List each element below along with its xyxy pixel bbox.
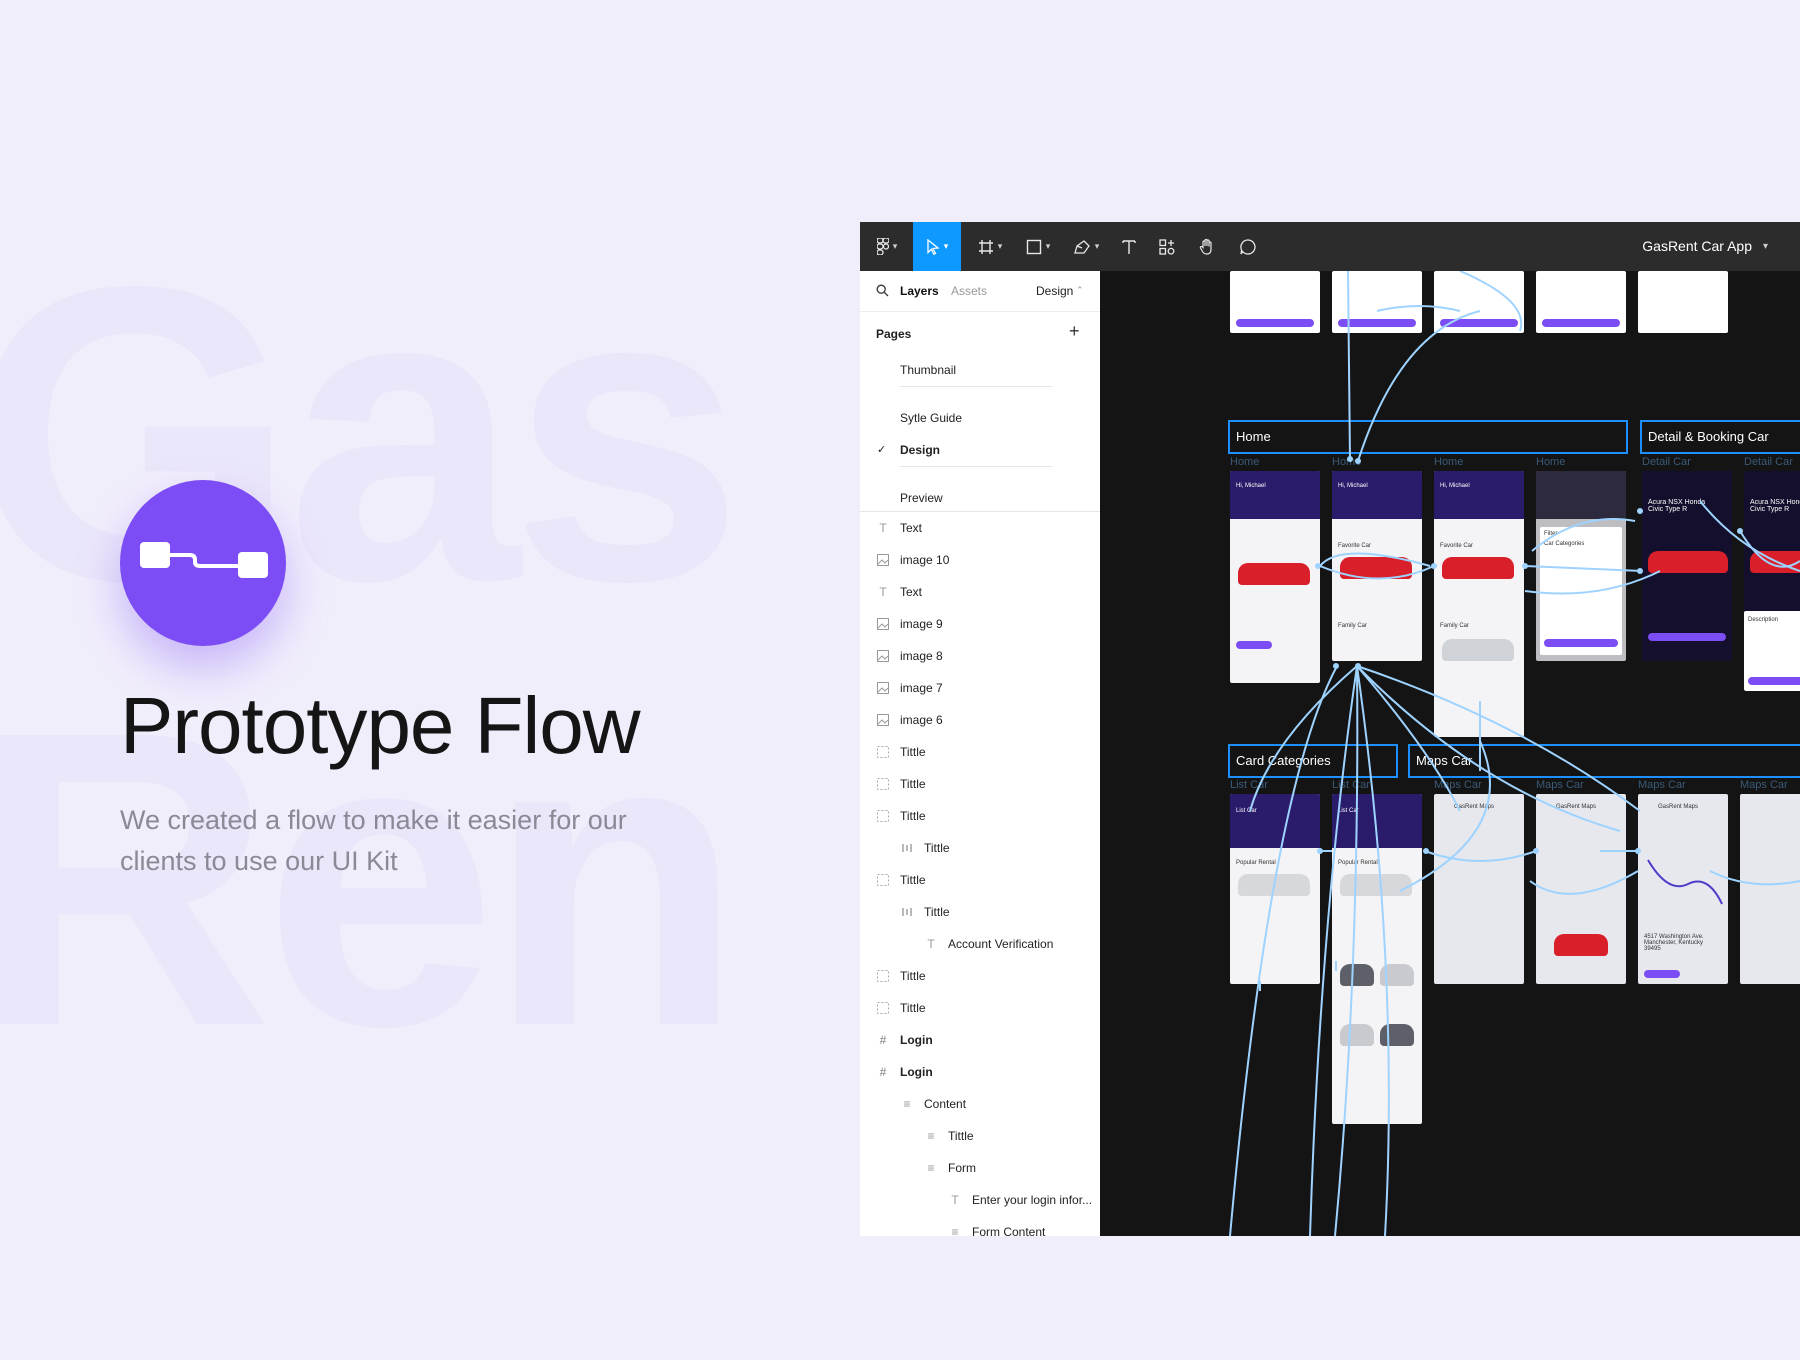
image-layer-icon: [876, 681, 890, 695]
panel-tabs: Layers Assets Design ⌃: [860, 271, 1100, 312]
group-layer-icon: [876, 969, 890, 983]
shape-icon[interactable]: ▾: [1018, 222, 1058, 271]
comment-icon[interactable]: [1232, 222, 1264, 271]
prototype-canvas[interactable]: Home Detail & Booking Car Home Home Home…: [1100, 271, 1800, 1236]
autolayout-icon: [900, 905, 914, 919]
components-icon[interactable]: [1152, 222, 1182, 271]
layer-autolayout-content[interactable]: ≡ Content: [900, 1094, 966, 1114]
layer-group[interactable]: Tittle: [876, 742, 926, 762]
search-icon[interactable]: [876, 284, 889, 297]
layer-autolayout-form[interactable]: ≡ Form: [924, 1158, 976, 1178]
frame-layer-icon: #: [879, 1033, 887, 1047]
chevron-down-icon[interactable]: ▾: [1763, 222, 1768, 271]
frame-icon[interactable]: ▾: [970, 222, 1010, 271]
group-layer-icon: [876, 745, 890, 759]
image-layer-icon: [876, 553, 890, 567]
text-icon[interactable]: [1114, 222, 1144, 271]
figma-toolbar: ▾ ▾ ▾ ▾ ▾ GasRent Car App ▾: [860, 222, 1800, 272]
page-thumbnail[interactable]: Thumbnail: [900, 363, 956, 377]
layer-image[interactable]: image 10: [876, 550, 949, 570]
layer-text[interactable]: T Text: [876, 518, 922, 538]
prototype-connections: [1229, 271, 1800, 1236]
layer-text[interactable]: T Enter your login infor...: [948, 1190, 1092, 1210]
text-layer-icon: T: [927, 937, 935, 951]
layer-autolayout[interactable]: Tittle: [900, 902, 950, 922]
pen-icon[interactable]: ▾: [1066, 222, 1106, 271]
image-layer-icon: [876, 713, 890, 727]
figma-window: ▾ ▾ ▾ ▾ ▾ GasRent Car App ▾ Layers Asset…: [860, 222, 1800, 1236]
flow-connector-icon: [140, 542, 268, 578]
hand-icon[interactable]: [1191, 222, 1223, 271]
layer-group[interactable]: Tittle: [876, 998, 926, 1018]
add-page-icon[interactable]: +: [1069, 321, 1080, 342]
autolayout-vertical-icon: ≡: [927, 1161, 935, 1175]
tab-layers[interactable]: Layers: [900, 284, 939, 298]
group-layer-icon: [876, 1001, 890, 1015]
move-icon[interactable]: ▾: [913, 222, 961, 271]
text-layer-icon: T: [879, 521, 887, 535]
autolayout-icon: [900, 841, 914, 855]
check-icon: ✓: [877, 444, 887, 456]
group-layer-icon: [876, 777, 890, 791]
layer-autolayout-form-content[interactable]: ≡ Form Content: [948, 1222, 1045, 1236]
layer-text[interactable]: T Account Verification: [924, 934, 1053, 954]
autolayout-vertical-icon: ≡: [927, 1129, 935, 1143]
chevron-up-icon[interactable]: ⌃: [1076, 285, 1084, 296]
layers-panel: Layers Assets Design ⌃ Pages + Thumbnail…: [860, 271, 1101, 1236]
page-preview[interactable]: Preview: [900, 491, 943, 505]
hero-subtitle: We created a flow to make it easier for …: [120, 805, 627, 876]
layer-text[interactable]: T Text: [876, 582, 922, 602]
background-word-gas: Gas: [0, 200, 744, 669]
autolayout-vertical-icon: ≡: [951, 1225, 959, 1236]
pages-heading: Pages: [876, 327, 912, 341]
layer-group[interactable]: Tittle: [876, 774, 926, 794]
layer-group[interactable]: Tittle: [876, 966, 926, 986]
tab-assets[interactable]: Assets: [951, 284, 987, 298]
page-style-guide[interactable]: Sytle Guide: [900, 411, 962, 425]
image-layer-icon: [876, 617, 890, 631]
divider: [900, 386, 1052, 387]
layer-group[interactable]: Tittle: [876, 806, 926, 826]
autolayout-vertical-icon: ≡: [903, 1097, 911, 1111]
layer-frame-login[interactable]: # Login: [876, 1062, 933, 1082]
layer-image[interactable]: image 8: [876, 646, 943, 666]
layer-group[interactable]: Tittle: [876, 870, 926, 890]
layer-autolayout[interactable]: Tittle: [900, 838, 950, 858]
layer-autolayout-title[interactable]: ≡ Tittle: [924, 1126, 973, 1146]
image-layer-icon: [876, 649, 890, 663]
layer-frame-login[interactable]: # Login: [876, 1030, 933, 1050]
layer-image[interactable]: image 6: [876, 710, 943, 730]
figma-menu-icon[interactable]: ▾: [868, 222, 906, 271]
divider: [900, 466, 1052, 467]
hero-title: Prototype Flow: [120, 681, 641, 770]
group-layer-icon: [876, 873, 890, 887]
prototype-flow-badge: [120, 480, 286, 646]
frame-layer-icon: #: [879, 1065, 887, 1079]
text-layer-icon: T: [879, 585, 887, 599]
layer-image[interactable]: image 7: [876, 678, 943, 698]
tab-design[interactable]: Design: [1036, 284, 1073, 298]
layer-image[interactable]: image 9: [876, 614, 943, 634]
divider: [860, 511, 1100, 512]
page-design[interactable]: Design: [900, 443, 940, 457]
group-layer-icon: [876, 809, 890, 823]
file-name[interactable]: GasRent Car App: [1642, 222, 1752, 271]
text-layer-icon: T: [951, 1193, 959, 1207]
